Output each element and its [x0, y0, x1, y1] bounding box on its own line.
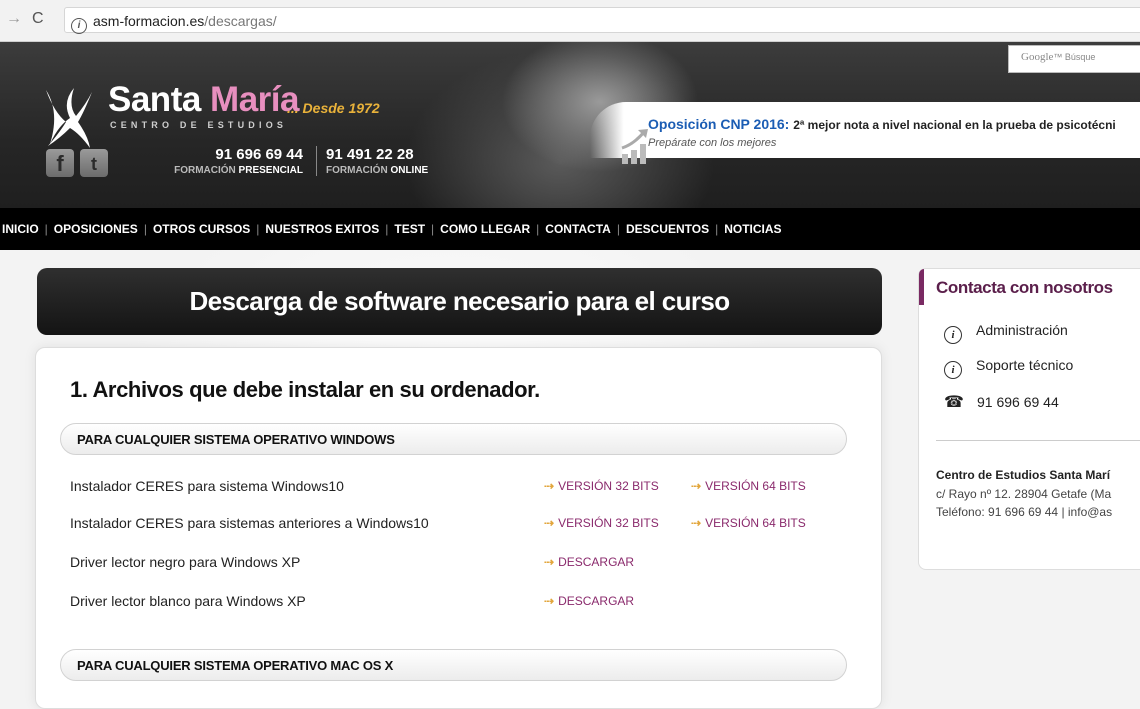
sidebar-item-soporte[interactable]: i Soporte técnico	[944, 357, 1073, 379]
info-icon[interactable]: i	[71, 18, 87, 34]
arrow-icon: ⇢	[691, 479, 702, 493]
group-windows-header: PARA CUALQUIER SISTEMA OPERATIVO WINDOWS	[60, 423, 847, 455]
download-link-32bit[interactable]: ⇢ VERSIÓN 32 BITS	[544, 479, 659, 493]
url-path: /descargas/	[204, 13, 277, 29]
download-row-name: Driver lector blanco para Windows XP	[70, 593, 306, 609]
download-link-label: DESCARGAR	[558, 594, 635, 608]
phone-presencial: 91 696 69 44 FORMACIÓN PRESENCIAL	[148, 146, 303, 176]
phone-presencial-label: FORMACIÓN PRESENCIAL	[148, 165, 303, 176]
logo-icon[interactable]	[40, 82, 96, 152]
sidebar-contact: Teléfono: 91 696 69 44 | info@as	[936, 505, 1113, 519]
download-row: Instalador CERES para sistemas anteriore…	[70, 515, 850, 535]
phone-online: 91 491 22 28 FORMACIÓN ONLINE	[316, 146, 486, 176]
download-row-name: Instalador CERES para sistema Windows10	[70, 478, 344, 494]
download-link[interactable]: ⇢ DESCARGAR	[544, 555, 634, 569]
twitter-icon[interactable]: t	[80, 149, 108, 177]
nav-item-noticias[interactable]: NOTICIAS	[724, 222, 781, 236]
nav-separator: |	[431, 222, 435, 236]
search-input[interactable]: Google™ Búsque	[1008, 45, 1140, 73]
download-link-label: VERSIÓN 64 BITS	[705, 516, 806, 530]
nav-items: INICIO | OPOSICIONES | OTROS CURSOS | NUESTROS…	[2, 222, 782, 236]
contact-sidebar	[918, 268, 1140, 570]
download-link-label: DESCARGAR	[558, 555, 635, 569]
nav-separator: |	[536, 222, 540, 236]
brand-name-white: Santa	[108, 80, 201, 119]
download-link-64bit[interactable]: ⇢ VERSIÓN 64 BITS	[691, 479, 806, 493]
sidebar-divider	[936, 440, 1140, 441]
phone-icon: ☎	[944, 394, 964, 411]
sidebar-item-administracion[interactable]: i Administración	[944, 322, 1068, 344]
nav-separator: |	[143, 222, 147, 236]
arrow-icon: ⇢	[544, 594, 555, 608]
arrow-icon: ⇢	[691, 516, 702, 530]
phone-online-label-b: ONLINE	[390, 165, 429, 176]
sidebar-accent	[919, 269, 924, 305]
brand-name-pink: María	[210, 80, 299, 119]
nav-separator: |	[44, 222, 48, 236]
download-link-label: VERSIÓN 32 BITS	[558, 516, 659, 530]
news-text: 2ª mejor nota a nivel nacional en la pru…	[793, 118, 1116, 132]
sidebar-item-label: Soporte técnico	[976, 357, 1074, 373]
url-host: asm-formacion.es	[93, 13, 205, 29]
download-link-label: VERSIÓN 32 BITS	[558, 479, 659, 493]
brand-name[interactable]: Santa María	[108, 80, 299, 120]
phone-online-number: 91 491 22 28	[326, 146, 414, 163]
sidebar-address: c/ Rayo nº 12. 28904 Getafe (Ma	[936, 487, 1112, 501]
arrow-icon: ⇢	[544, 555, 555, 569]
download-row: Driver lector blanco para Windows XP ⇢ DE…	[70, 593, 850, 613]
phone-online-label-a: FORMACIÓN	[326, 165, 388, 176]
browser-toolbar: → C i asm-formacion.es/descargas/	[0, 0, 1140, 42]
sidebar-title: Contacta con nosotros	[936, 278, 1113, 297]
info-icon: i	[944, 326, 962, 344]
facebook-icon[interactable]: f	[46, 149, 74, 177]
nav-separator: |	[385, 222, 389, 236]
nav-separator: |	[616, 222, 620, 236]
nav-item-oposiciones[interactable]: OPOSICIONES	[54, 222, 138, 236]
sidebar-item-phone[interactable]: ☎ 91 696 69 44	[944, 392, 1059, 412]
page-title: Descarga de software necesario para el c…	[37, 268, 882, 335]
nav-item-como-llegar[interactable]: COMO LLEGAR	[440, 222, 530, 236]
download-link[interactable]: ⇢ DESCARGAR	[544, 594, 634, 608]
section-title: 1. Archivos que debe instalar en su orde…	[70, 377, 540, 402]
phone-presencial-number: 91 696 69 44	[215, 146, 303, 163]
download-link-label: VERSIÓN 64 BITS	[705, 479, 806, 493]
info-icon: i	[944, 361, 962, 379]
download-row-name: Driver lector negro para Windows XP	[70, 554, 301, 570]
download-row: Driver lector negro para Windows XP ⇢ DES…	[70, 554, 850, 574]
search-placeholder: Búsque	[1064, 52, 1096, 62]
address-bar[interactable]: i asm-formacion.es/descargas/	[64, 7, 1140, 34]
brand-since: ... Desde 1972	[287, 100, 380, 116]
group-mac-header: PARA CUALQUIER SISTEMA OPERATIVO MAC OS …	[60, 649, 847, 681]
search-brand: Google	[1021, 51, 1054, 63]
main-nav: INICIO | OPOSICIONES | OTROS CURSOS | NUESTROS…	[0, 208, 1140, 250]
nav-item-nuestros-exitos[interactable]: NUESTROS EXITOS	[265, 222, 379, 236]
download-row: Instalador CERES para sistema Windows10 …	[70, 478, 850, 498]
sidebar-item-label: Administración	[976, 322, 1068, 338]
sidebar-item-label: 91 696 69 44	[977, 394, 1059, 410]
nav-item-contacta[interactable]: CONTACTA	[545, 222, 611, 236]
arrow-icon: ⇢	[544, 516, 555, 530]
reload-icon[interactable]: C	[32, 10, 44, 28]
news-subtitle: Prepárate con los mejores	[648, 137, 777, 149]
nav-separator: |	[256, 222, 260, 236]
phone-online-label: FORMACIÓN ONLINE	[326, 165, 486, 176]
phone-presencial-label-a: FORMACIÓN	[174, 165, 236, 176]
nav-item-otros-cursos[interactable]: OTROS CURSOS	[153, 222, 250, 236]
sidebar-org-name: Centro de Estudios Santa Marí	[936, 468, 1111, 482]
download-link-32bit[interactable]: ⇢ VERSIÓN 32 BITS	[544, 516, 659, 530]
download-link-64bit[interactable]: ⇢ VERSIÓN 64 BITS	[691, 516, 806, 530]
phone-presencial-label-b: PRESENCIAL	[238, 165, 303, 176]
nav-item-test[interactable]: TEST	[394, 222, 425, 236]
nav-separator: |	[715, 222, 719, 236]
news-headline[interactable]: Oposición CNP 2016: 2ª mejor nota a nive…	[648, 116, 1116, 132]
download-row-name: Instalador CERES para sistemas anteriore…	[70, 515, 429, 531]
back-arrow-icon[interactable]: →	[6, 10, 22, 28]
arrow-icon: ⇢	[544, 479, 555, 493]
nav-item-inicio[interactable]: INICIO	[2, 222, 39, 236]
nav-item-descuentos[interactable]: DESCUENTOS	[626, 222, 709, 236]
news-title: Oposición CNP 2016:	[648, 116, 790, 132]
brand-subtitle: CENTRO DE ESTUDIOS	[110, 120, 288, 130]
